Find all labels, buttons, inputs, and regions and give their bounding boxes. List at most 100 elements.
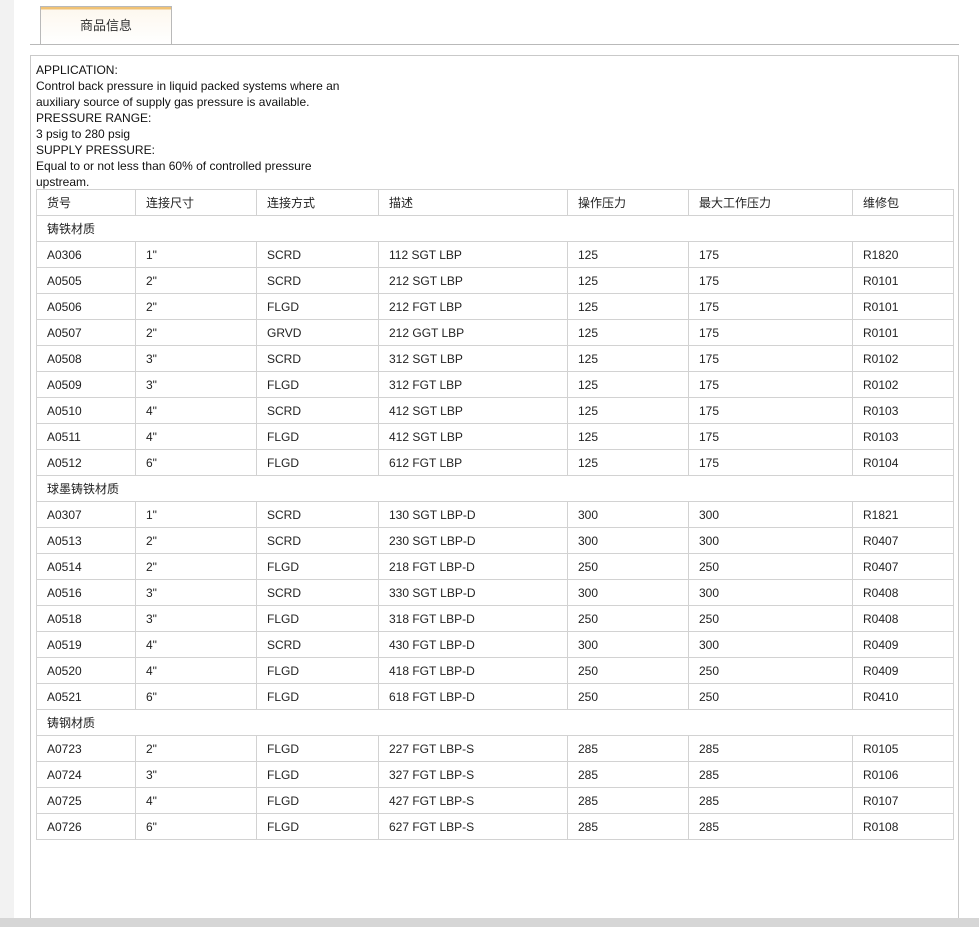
table-cell: 3": [135, 371, 257, 398]
table-cell: 175: [688, 267, 853, 294]
table-cell: 218 FGT LBP-D: [378, 553, 568, 580]
table-cell: R0101: [852, 293, 954, 320]
table-cell: 175: [688, 449, 853, 476]
table-cell: A0509: [36, 371, 136, 398]
table-cell: 312 FGT LBP: [378, 371, 568, 398]
table-cell: R0104: [852, 449, 954, 476]
product-table-body: 货号 连接尺寸 连接方式 描述 操作压力 最大工作压力 维修包 铸铁材质 A0306 1" SCRD…: [36, 189, 954, 840]
table-cell: 125: [567, 319, 689, 346]
table-cell: 212 GGT LBP: [378, 319, 568, 346]
table-cell: 285: [688, 813, 853, 840]
table-cell: 4": [135, 423, 257, 450]
table-cell: 6": [135, 813, 257, 840]
table-cell: R0408: [852, 605, 954, 632]
table-cell: 250: [567, 683, 689, 710]
table-cell: 250: [688, 683, 853, 710]
table-cell: A0307: [36, 501, 136, 528]
table-cell: 300: [567, 501, 689, 528]
table-cell: 3": [135, 605, 257, 632]
column-header: 货号: [36, 189, 136, 216]
table-cell: 1": [135, 501, 257, 528]
table-cell: SCRD: [256, 267, 379, 294]
description-line: SUPPLY PRESSURE:: [36, 143, 155, 157]
table-cell: A0507: [36, 319, 136, 346]
table-row: A0521 6" FLGD 618 FGT LBP-D 250 250 R0410: [36, 683, 954, 710]
table-cell: R0101: [852, 319, 954, 346]
table-cell: A0724: [36, 761, 136, 788]
table-row: A0505 2" SCRD 212 SGT LBP 125 175 R0101: [36, 267, 954, 294]
table-cell: A0506: [36, 293, 136, 320]
table-cell: 175: [688, 397, 853, 424]
table-cell: FLGD: [256, 293, 379, 320]
table-cell: 175: [688, 345, 853, 372]
description-line: auxiliary source of supply gas pressure …: [36, 95, 310, 109]
table-cell: A0726: [36, 813, 136, 840]
table-cell: 250: [688, 657, 853, 684]
table-cell: 2": [135, 553, 257, 580]
table-cell: A0510: [36, 397, 136, 424]
table-cell: 3": [135, 345, 257, 372]
table-cell: A0725: [36, 787, 136, 814]
table-cell: A0521: [36, 683, 136, 710]
table-cell: A0518: [36, 605, 136, 632]
table-cell: SCRD: [256, 241, 379, 268]
tab-product-info[interactable]: 商品信息: [40, 6, 172, 44]
table-cell: 175: [688, 241, 853, 268]
table-cell: 212 FGT LBP: [378, 293, 568, 320]
table-cell: R0103: [852, 423, 954, 450]
horizontal-scrollbar[interactable]: [0, 918, 979, 927]
table-row: A0516 3" SCRD 330 SGT LBP-D 300 300 R0408: [36, 579, 954, 606]
table-row: A0513 2" SCRD 230 SGT LBP-D 300 300 R0407: [36, 527, 954, 554]
description-line: APPLICATION:: [36, 63, 118, 77]
table-cell: 285: [567, 787, 689, 814]
table-cell: R1821: [852, 501, 954, 528]
table-cell: 175: [688, 371, 853, 398]
table-cell: 4": [135, 787, 257, 814]
table-cell: R0103: [852, 397, 954, 424]
table-cell: R0409: [852, 657, 954, 684]
table-row: A0518 3" FLGD 318 FGT LBP-D 250 250 R0408: [36, 605, 954, 632]
tab-bar-baseline: [30, 44, 959, 45]
table-cell: 300: [567, 631, 689, 658]
table-row: A0307 1" SCRD 130 SGT LBP-D 300 300 R1821: [36, 501, 954, 528]
table-cell: 2": [135, 735, 257, 762]
table-cell: 250: [567, 605, 689, 632]
table-cell: R0407: [852, 527, 954, 554]
description-line: Equal to or not less than 60% of control…: [36, 159, 312, 173]
table-cell: 125: [567, 293, 689, 320]
table-cell: 6": [135, 683, 257, 710]
table-cell: FLGD: [256, 761, 379, 788]
table-cell: 300: [688, 579, 853, 606]
table-cell: R1820: [852, 241, 954, 268]
table-cell: A0512: [36, 449, 136, 476]
table-cell: A0511: [36, 423, 136, 450]
table-cell: R0407: [852, 553, 954, 580]
table-cell: A0306: [36, 241, 136, 268]
table-cell: 285: [567, 735, 689, 762]
table-row: A0726 6" FLGD 627 FGT LBP-S 285 285 R0108: [36, 813, 954, 840]
table-cell: 300: [688, 631, 853, 658]
table-row: A0507 2" GRVD 212 GGT LBP 125 175 R0101: [36, 319, 954, 346]
table-cell: FLGD: [256, 371, 379, 398]
table-cell: 212 SGT LBP: [378, 267, 568, 294]
column-header: 维修包: [852, 189, 954, 216]
table-cell: 130 SGT LBP-D: [378, 501, 568, 528]
table-cell: A0516: [36, 579, 136, 606]
table-cell: R0108: [852, 813, 954, 840]
table-cell: R0106: [852, 761, 954, 788]
description-line: 3 psig to 280 psig: [36, 127, 131, 141]
table-cell: 327 FGT LBP-S: [378, 761, 568, 788]
table-cell: FLGD: [256, 813, 379, 840]
description-line: upstream.: [36, 175, 90, 189]
table-cell: R0105: [852, 735, 954, 762]
table-row: A0509 3" FLGD 312 FGT LBP 125 175 R0102: [36, 371, 954, 398]
table-cell: R0102: [852, 345, 954, 372]
table-cell: 112 SGT LBP: [378, 241, 568, 268]
table-row: A0724 3" FLGD 327 FGT LBP-S 285 285 R0106: [36, 761, 954, 788]
table-cell: 285: [567, 813, 689, 840]
table-cell: SCRD: [256, 345, 379, 372]
table-cell: 230 SGT LBP-D: [378, 527, 568, 554]
table-cell: 300: [688, 527, 853, 554]
column-header: 最大工作压力: [688, 189, 853, 216]
column-header: 描述: [378, 189, 568, 216]
